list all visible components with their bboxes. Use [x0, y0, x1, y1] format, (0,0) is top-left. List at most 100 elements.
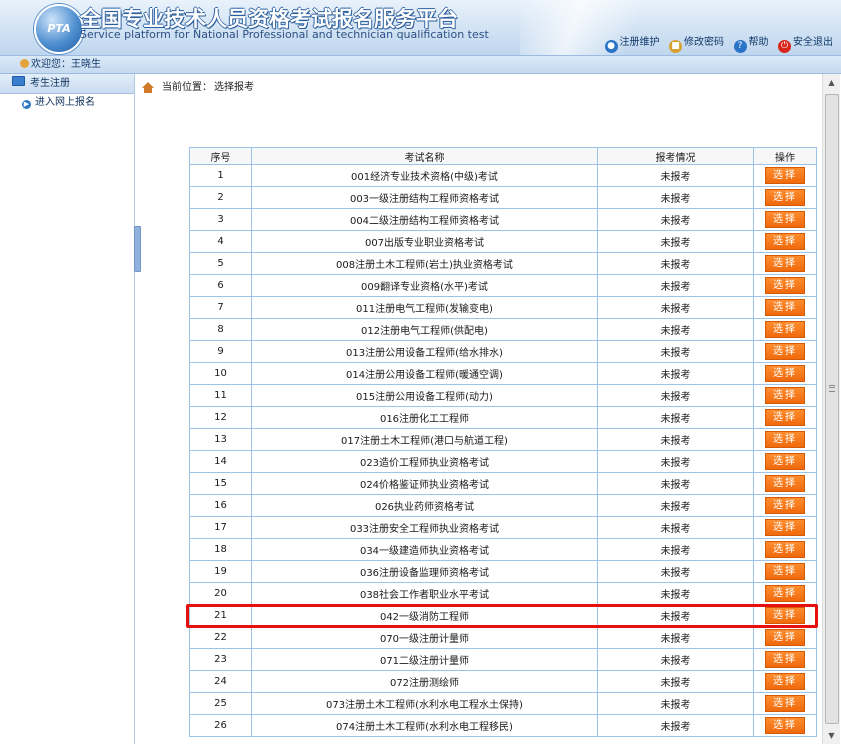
action-cell: 选择 — [753, 208, 817, 231]
sidebar: 考生注册 ▶ 进入网上报名 — [0, 74, 135, 744]
exam-name: 014注册公用设备工程师(暖通空调) — [251, 362, 598, 385]
select-button[interactable]: 选择 — [765, 695, 805, 712]
change-password-link[interactable]: ■ 修改密码 — [669, 33, 724, 53]
select-button[interactable]: 选择 — [765, 717, 805, 734]
select-button[interactable]: 选择 — [765, 585, 805, 602]
table-row: 2 003一级注册结构工程师资格考试 未报考 选择 — [189, 186, 817, 209]
row-number: 20 — [189, 582, 252, 605]
action-cell: 选择 — [753, 516, 817, 539]
select-button[interactable]: 选择 — [765, 497, 805, 514]
select-button[interactable]: 选择 — [765, 167, 805, 184]
exam-name: 007出版专业职业资格考试 — [251, 230, 598, 253]
select-button[interactable]: 选择 — [765, 299, 805, 316]
scroll-up-arrow-icon[interactable]: ▲ — [823, 74, 840, 91]
registration-status: 未报考 — [597, 340, 754, 363]
table-row: 10 014注册公用设备工程师(暖通空调) 未报考 选择 — [189, 362, 817, 385]
table-row: 6 009翻译专业资格(水平)考试 未报考 选择 — [189, 274, 817, 297]
exam-name: 016注册化工工程师 — [251, 406, 598, 429]
table-row: 4 007出版专业职业资格考试 未报考 选择 — [189, 230, 817, 253]
scroll-down-arrow-icon[interactable]: ▼ — [823, 727, 840, 744]
header-banner: PTA 全国专业技术人员资格考试报名服务平台 Service platform … — [0, 0, 841, 56]
select-button[interactable]: 选择 — [765, 233, 805, 250]
row-number: 9 — [189, 340, 252, 363]
table-row: 1 001经济专业技术资格(中级)考试 未报考 选择 — [189, 164, 817, 187]
select-button[interactable]: 选择 — [765, 431, 805, 448]
action-cell: 选择 — [753, 296, 817, 319]
registration-status: 未报考 — [597, 538, 754, 561]
select-button[interactable]: 选择 — [765, 321, 805, 338]
select-button[interactable]: 选择 — [765, 629, 805, 646]
row-number: 14 — [189, 450, 252, 473]
sidebar-item-label: 进入网上报名 — [35, 97, 95, 108]
select-button[interactable]: 选择 — [765, 673, 805, 690]
table-row: 7 011注册电气工程师(发输变电) 未报考 选择 — [189, 296, 817, 319]
exam-name: 015注册公用设备工程师(动力) — [251, 384, 598, 407]
registration-status: 未报考 — [597, 604, 754, 627]
exam-name: 011注册电气工程师(发输变电) — [251, 296, 598, 319]
home-icon — [142, 82, 154, 93]
row-number: 6 — [189, 274, 252, 297]
select-button[interactable]: 选择 — [765, 277, 805, 294]
sidebar-header[interactable]: 考生注册 — [0, 74, 134, 94]
help-icon: ? — [733, 40, 747, 53]
row-number: 25 — [189, 692, 252, 715]
select-button[interactable]: 选择 — [765, 475, 805, 492]
select-button[interactable]: 选择 — [765, 607, 805, 624]
select-button[interactable]: 选择 — [765, 189, 805, 206]
tool-label: 帮助 — [748, 37, 769, 48]
sidebar-header-label: 考生注册 — [30, 78, 70, 89]
select-button[interactable]: 选择 — [765, 387, 805, 404]
action-cell: 选择 — [753, 670, 817, 693]
help-link[interactable]: ? 帮助 — [733, 33, 769, 53]
vertical-scrollbar[interactable]: ▲ ▼ — [822, 74, 840, 744]
arrow-circle-icon: ▶ — [22, 100, 31, 109]
table-row: 16 026执业药师资格考试 未报考 选择 — [189, 494, 817, 517]
table-row: 20 038社会工作者职业水平考试 未报考 选择 — [189, 582, 817, 605]
select-button[interactable]: 选择 — [765, 453, 805, 470]
breadcrumb-current: 选择报考 — [214, 82, 254, 93]
action-cell: 选择 — [753, 538, 817, 561]
exam-name: 012注册电气工程师(供配电) — [251, 318, 598, 341]
row-number: 23 — [189, 648, 252, 671]
row-number: 13 — [189, 428, 252, 451]
exam-name: 001经济专业技术资格(中级)考试 — [251, 164, 598, 187]
table-row: 17 033注册安全工程师执业资格考试 未报考 选择 — [189, 516, 817, 539]
row-number: 12 — [189, 406, 252, 429]
registration-status: 未报考 — [597, 318, 754, 341]
registration-status: 未报考 — [597, 582, 754, 605]
select-button[interactable]: 选择 — [765, 409, 805, 426]
registration-status: 未报考 — [597, 450, 754, 473]
select-button[interactable]: 选择 — [765, 211, 805, 228]
table-row: 12 016注册化工工程师 未报考 选择 — [189, 406, 817, 429]
exam-name: 003一级注册结构工程师资格考试 — [251, 186, 598, 209]
sidebar-collapse-handle[interactable] — [134, 226, 141, 272]
logout-link[interactable]: ⏻ 安全退出 — [778, 33, 833, 53]
action-cell: 选择 — [753, 494, 817, 517]
action-cell: 选择 — [753, 560, 817, 583]
select-button[interactable]: 选择 — [765, 365, 805, 382]
select-button[interactable]: 选择 — [765, 343, 805, 360]
scrollbar-thumb[interactable] — [825, 94, 839, 724]
register-maintain-link[interactable]: ● 注册维护 — [604, 33, 660, 53]
select-button[interactable]: 选择 — [765, 519, 805, 536]
select-button[interactable]: 选择 — [765, 255, 805, 272]
site-subtitle: Service platform for National Profession… — [80, 28, 489, 41]
registration-status: 未报考 — [597, 714, 754, 737]
row-number: 18 — [189, 538, 252, 561]
sidebar-item-online-registration[interactable]: ▶ 进入网上报名 — [0, 94, 134, 112]
select-button[interactable]: 选择 — [765, 563, 805, 580]
column-header-status: 报考情况 — [597, 147, 754, 165]
row-number: 11 — [189, 384, 252, 407]
registration-status: 未报考 — [597, 494, 754, 517]
registration-status: 未报考 — [597, 560, 754, 583]
column-header-name: 考试名称 — [251, 147, 598, 165]
grip-icon — [829, 385, 835, 392]
select-button[interactable]: 选择 — [765, 651, 805, 668]
registration-status: 未报考 — [597, 692, 754, 715]
column-header-action: 操作 — [753, 147, 817, 165]
select-button[interactable]: 选择 — [765, 541, 805, 558]
row-number: 17 — [189, 516, 252, 539]
row-number: 24 — [189, 670, 252, 693]
registration-status: 未报考 — [597, 274, 754, 297]
action-cell: 选择 — [753, 604, 817, 627]
